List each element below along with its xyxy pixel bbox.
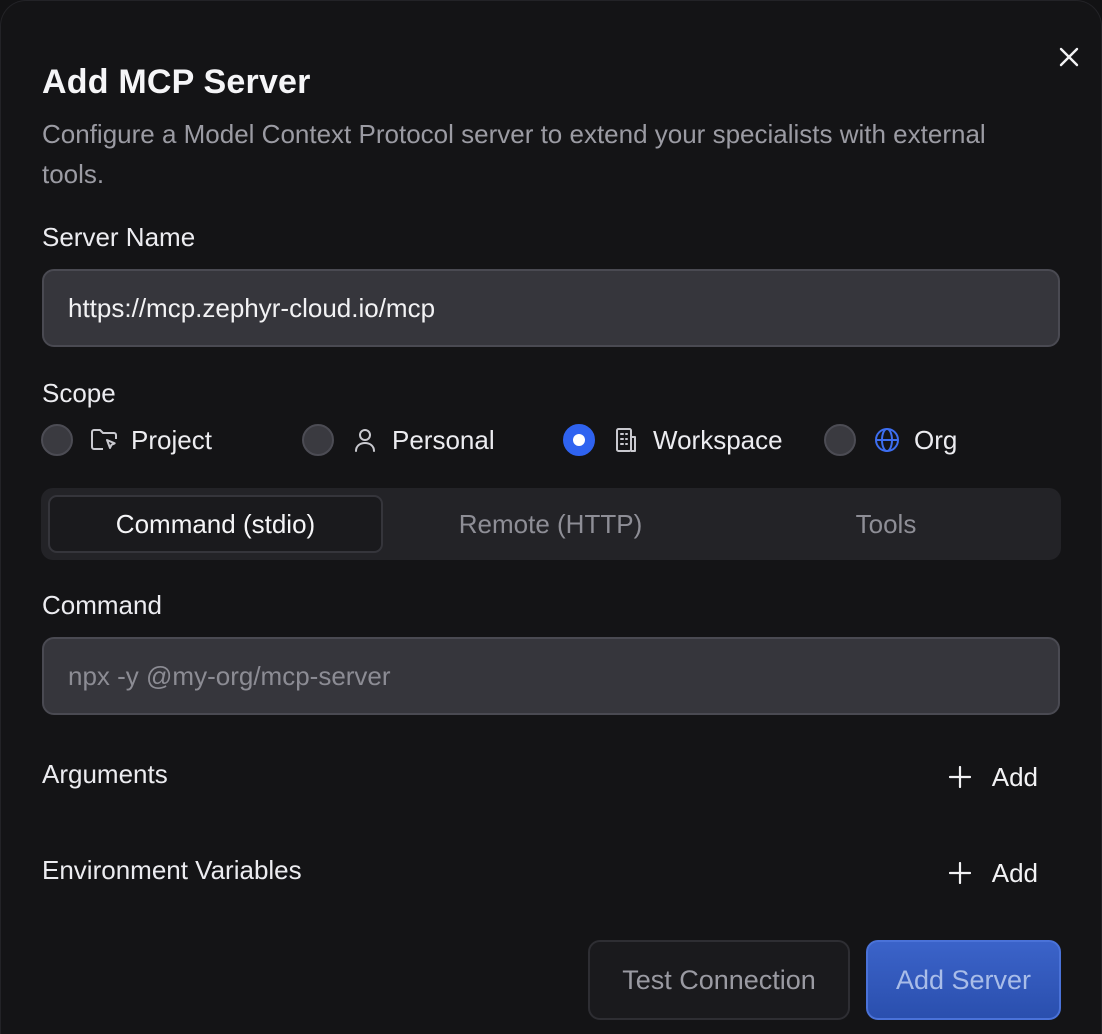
dialog-description: Configure a Model Context Protocol serve… [42,119,986,189]
environment-variables-section: Environment Variables Add [42,853,1042,893]
user-icon [350,425,380,455]
globe-icon [872,425,902,455]
plus-icon [948,765,972,789]
scope-option-label: Org [914,424,958,455]
close-icon [1059,47,1079,67]
radio-project[interactable] [41,424,73,456]
server-name-label: Server Name [42,222,196,252]
radio-workspace[interactable] [563,424,595,456]
scope-option-org[interactable]: Org [824,422,957,458]
arguments-section: Arguments Add [42,757,1042,797]
add-mcp-server-dialog: Add MCP Server Configure a Model Context… [0,0,1102,1034]
add-env-var-button[interactable]: Add [948,853,1038,893]
command-input[interactable] [42,637,1060,715]
scope-option-label: Workspace [653,424,783,455]
test-connection-button[interactable]: Test Connection [588,940,850,1020]
add-server-button[interactable]: Add Server [866,940,1061,1020]
scope-option-workspace[interactable]: Workspace [563,422,783,458]
environment-variables-label: Environment Variables [42,855,302,885]
add-argument-button[interactable]: Add [948,757,1038,797]
scope-label: Scope [42,378,116,408]
scope-option-personal[interactable]: Personal [302,422,495,458]
add-env-var-label: Add [991,857,1038,888]
scope-option-label: Personal [392,424,495,455]
add-argument-label: Add [991,761,1038,792]
plus-icon [948,861,972,885]
radio-org[interactable] [824,424,856,456]
dialog-title: Add MCP Server [42,63,311,101]
radio-personal[interactable] [302,424,334,456]
scope-option-project[interactable]: Project [41,422,212,458]
tab-remote-http[interactable]: Remote (HTTP) [383,495,718,553]
close-button[interactable] [1055,43,1083,71]
tab-tools[interactable]: Tools [718,495,1054,553]
arguments-label: Arguments [42,759,168,789]
scope-option-label: Project [131,424,212,455]
transport-tabs: Command (stdio) Remote (HTTP) Tools [41,488,1061,560]
tab-command-stdio[interactable]: Command (stdio) [48,495,383,553]
server-name-input[interactable] [42,269,1060,347]
building-icon [611,425,641,455]
folder-icon [89,425,119,455]
command-label: Command [42,590,162,620]
